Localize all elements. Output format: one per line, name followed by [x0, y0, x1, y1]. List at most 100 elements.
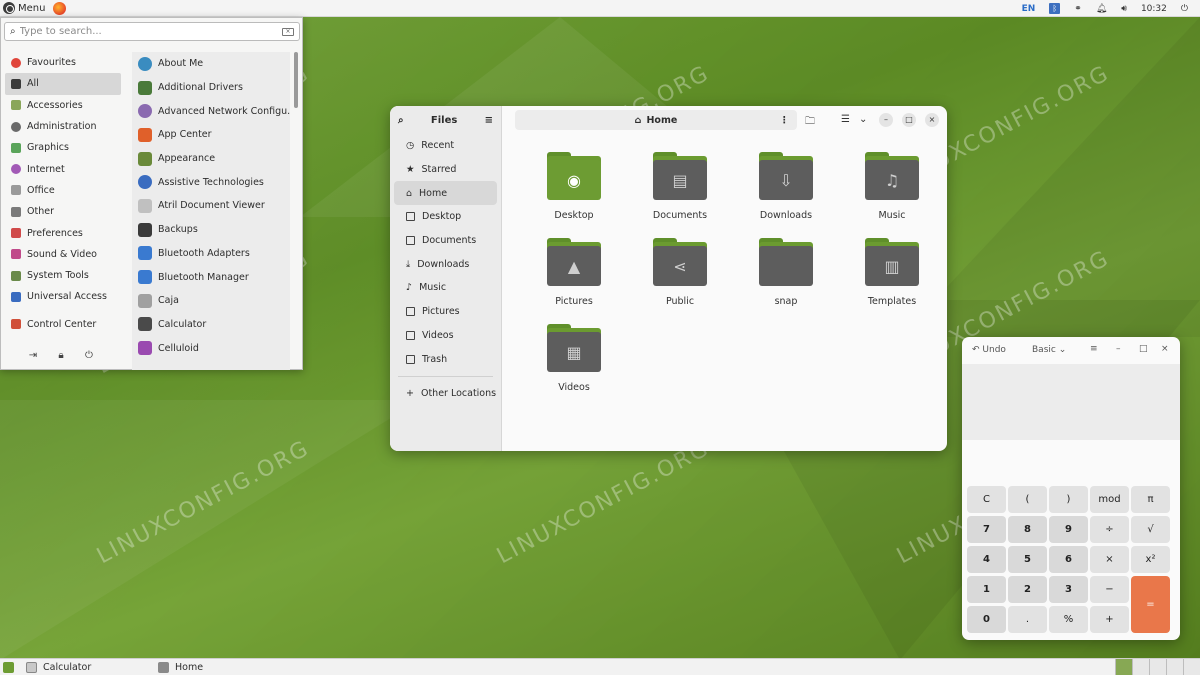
app-item[interactable]: Additional Drivers [132, 76, 290, 100]
folder-item[interactable]: ▦ Videos [521, 324, 627, 410]
folder-item[interactable]: ◉ Desktop [521, 152, 627, 238]
digit-6-button[interactable]: 6 [1049, 546, 1088, 573]
category-office[interactable]: Office [5, 180, 121, 201]
sidebar-item-other-locations[interactable]: + Other Locations [394, 382, 497, 406]
close-button[interactable]: × [1161, 344, 1169, 354]
app-item[interactable]: Atril Document Viewer [132, 194, 290, 218]
app-item[interactable]: Calculator [132, 313, 290, 337]
search-input[interactable] [19, 26, 278, 37]
network-icon[interactable]: ⚭ [1074, 4, 1082, 14]
equals-button[interactable]: = [1131, 576, 1170, 633]
bluetooth-icon[interactable]: ᛒ [1049, 3, 1061, 14]
power-menu-icon[interactable]: ⏻ [1181, 4, 1188, 14]
clear-search-icon[interactable]: × [282, 27, 294, 36]
category-graphics[interactable]: Graphics [5, 137, 121, 158]
folder-item[interactable]: ▲ Pictures [521, 238, 627, 324]
list-view-icon[interactable]: ☰ [841, 114, 850, 125]
category-preferences[interactable]: Preferences [5, 222, 121, 243]
add-button[interactable]: + [1090, 606, 1129, 633]
power-icon[interactable]: ⏻ [83, 350, 95, 362]
category-internet[interactable]: Internet [5, 158, 121, 179]
taskbar-item-calculator[interactable]: Calculator [20, 659, 132, 675]
app-item[interactable]: App Center [132, 123, 290, 147]
sidebar-item-downloads[interactable]: ⤓ Downloads [394, 252, 497, 276]
pi-button[interactable]: π [1131, 486, 1170, 513]
workspace-3[interactable] [1149, 659, 1166, 675]
category-system-tools[interactable]: System Tools [5, 265, 121, 286]
category-favourites[interactable]: Favourites [5, 52, 121, 73]
category-universal-access[interactable]: Universal Access [5, 286, 121, 307]
view-options-chevron-icon[interactable]: ⌄ [859, 114, 867, 125]
category-sound-video[interactable]: Sound & Video [5, 244, 121, 265]
app-item[interactable]: About Me [132, 52, 290, 76]
digit-8-button[interactable]: 8 [1008, 516, 1047, 543]
sidebar-item-starred[interactable]: ★ Starred [394, 158, 497, 182]
new-folder-icon[interactable]: 🗀︎ [805, 114, 815, 131]
folder-item[interactable]: ♫ Music [839, 152, 945, 238]
menu-button[interactable]: Menu [0, 0, 48, 17]
app-item[interactable]: Assistive Technologies [132, 170, 290, 194]
sidebar-item-documents[interactable]: Documents [394, 229, 497, 253]
digit-4-button[interactable]: 4 [967, 546, 1006, 573]
percent-button[interactable]: % [1049, 606, 1088, 633]
sidebar-item-videos[interactable]: Videos [394, 324, 497, 348]
firefox-icon[interactable] [53, 1, 67, 15]
app-item[interactable]: Celluloid [132, 336, 290, 360]
clock[interactable]: 10:32 [1141, 4, 1167, 14]
volume-icon[interactable]: 🔊︎ [1121, 4, 1127, 14]
maximize-button[interactable]: □ [1139, 344, 1148, 354]
mod-button[interactable]: mod [1090, 486, 1129, 513]
mode-selector[interactable]: Basic ⌄ [1032, 345, 1066, 355]
sidebar-item-music[interactable]: ♪ Music [394, 276, 497, 300]
show-desktop-icon[interactable] [3, 661, 14, 673]
app-list-scrollbar[interactable] [294, 52, 299, 370]
calculator-input-display[interactable] [962, 440, 1180, 477]
path-bar[interactable]: ⌂ Home ⋮ [515, 110, 797, 130]
category-other[interactable]: Other [5, 201, 121, 222]
lock-icon[interactable]: 🔒︎ [55, 350, 67, 362]
app-item[interactable]: Bluetooth Adapters [132, 242, 290, 266]
notification-bell-icon[interactable]: 🔔︎ [1096, 4, 1107, 14]
workspace-1[interactable] [1115, 659, 1132, 675]
workspace-5[interactable] [1183, 659, 1200, 675]
app-item[interactable]: Appearance [132, 147, 290, 171]
category-accessories[interactable]: Accessories [5, 95, 121, 116]
subtract-button[interactable]: − [1090, 576, 1129, 603]
maximize-button[interactable]: □ [902, 113, 916, 127]
sidebar-item-pictures[interactable]: Pictures [394, 300, 497, 324]
square-button[interactable]: x² [1131, 546, 1170, 573]
app-item[interactable]: Advanced Network Configu... [132, 99, 290, 123]
sidebar-item-recent[interactable]: ◷ Recent [394, 134, 497, 158]
digit-3-button[interactable]: 3 [1049, 576, 1088, 603]
close-button[interactable]: × [925, 113, 939, 127]
close-paren-button[interactable]: ) [1049, 486, 1088, 513]
open-paren-button[interactable]: ( [1008, 486, 1047, 513]
app-item[interactable]: Bluetooth Manager [132, 265, 290, 289]
folder-item[interactable]: ⇩ Downloads [733, 152, 839, 238]
folder-item[interactable]: ▥ Templates [839, 238, 945, 324]
workspace-4[interactable] [1166, 659, 1183, 675]
app-item[interactable]: Caja [132, 289, 290, 313]
sidebar-item-trash[interactable]: Trash [394, 347, 497, 371]
digit-2-button[interactable]: 2 [1008, 576, 1047, 603]
multiply-button[interactable]: × [1090, 546, 1129, 573]
divide-button[interactable]: ÷ [1090, 516, 1129, 543]
scrollbar-thumb[interactable] [294, 52, 298, 108]
digit-5-button[interactable]: 5 [1008, 546, 1047, 573]
workspace-2[interactable] [1132, 659, 1149, 675]
folder-item[interactable]: ⋖ Public [627, 238, 733, 324]
logout-icon[interactable]: ⇥ [27, 350, 39, 362]
minimize-button[interactable]: – [1116, 344, 1121, 354]
digit-1-button[interactable]: 1 [967, 576, 1006, 603]
digit-9-button[interactable]: 9 [1049, 516, 1088, 543]
category-all[interactable]: All [5, 73, 121, 95]
digit-7-button[interactable]: 7 [967, 516, 1006, 543]
clear-button[interactable]: C [967, 486, 1006, 513]
search-icon[interactable]: ⌕ [398, 115, 404, 126]
sidebar-item-desktop[interactable]: Desktop [394, 205, 497, 229]
decimal-button[interactable]: . [1008, 606, 1047, 633]
app-item[interactable]: Backups [132, 218, 290, 242]
folder-item[interactable]: ▤ Documents [627, 152, 733, 238]
digit-0-button[interactable]: 0 [967, 606, 1006, 633]
sidebar-item-home[interactable]: ⌂ Home [394, 181, 497, 206]
